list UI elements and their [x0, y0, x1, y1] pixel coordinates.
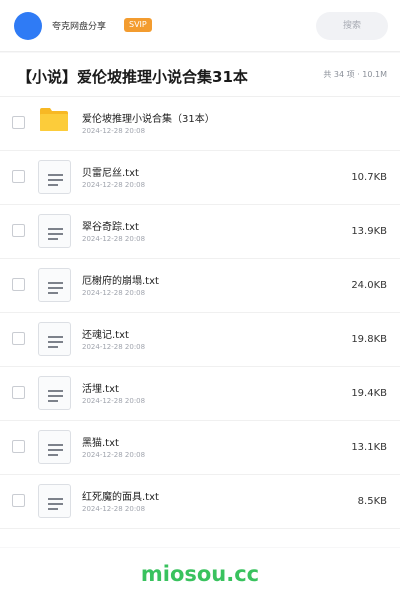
- file-name[interactable]: 活埋.txt: [82, 380, 119, 395]
- file-date: 2024-12-28 20:08: [82, 343, 146, 351]
- folder-icon: [39, 107, 69, 132]
- file-name[interactable]: 翠谷奇踪.txt: [82, 218, 139, 233]
- document-icon: [38, 268, 71, 302]
- file-row[interactable]: 厄榭府的崩塌.txt 2024-12-28 20:08 24.0KB: [0, 259, 400, 313]
- file-row[interactable]: 贝雷尼丝.txt 2024-12-28 20:08 10.7KB: [0, 151, 400, 205]
- top-bar: 夸克网盘分享 SVIP 搜索: [0, 0, 400, 52]
- file-name[interactable]: 厄榭府的崩塌.txt: [82, 272, 159, 287]
- document-icon: [38, 214, 71, 248]
- file-date: 2024-12-28 20:08: [82, 289, 146, 297]
- document-icon: [38, 484, 71, 518]
- select-checkbox[interactable]: [12, 116, 25, 129]
- file-list: 爱伦坡推理小说合集（31本） 2024-12-28 20:08 贝雷尼丝.txt 20…: [0, 97, 400, 529]
- file-date: 2024-12-28 20:08: [82, 235, 146, 243]
- file-name[interactable]: 贝雷尼丝.txt: [82, 164, 139, 179]
- document-icon: [38, 376, 71, 410]
- file-row[interactable]: 红死魔的面具.txt 2024-12-28 20:08 8.5KB: [0, 475, 400, 529]
- document-icon: [38, 160, 71, 194]
- file-size: 19.8KB: [351, 334, 387, 345]
- file-date: 2024-12-28 20:08: [82, 127, 146, 135]
- file-name[interactable]: 黑猫.txt: [82, 434, 119, 449]
- select-checkbox[interactable]: [12, 170, 25, 183]
- file-row[interactable]: 还魂记.txt 2024-12-28 20:08 19.8KB: [0, 313, 400, 367]
- document-icon: [38, 430, 71, 464]
- file-row[interactable]: 黑猫.txt 2024-12-28 20:08 13.1KB: [0, 421, 400, 475]
- file-size: 13.9KB: [351, 226, 387, 237]
- select-checkbox[interactable]: [12, 494, 25, 507]
- file-date: 2024-12-28 20:08: [82, 451, 146, 459]
- folder-header: 【小说】爱伦坡推理小说合集31本 共 34 项 · 10.1M: [0, 53, 400, 97]
- footer: miosou.cc: [0, 548, 400, 600]
- file-size: 24.0KB: [351, 280, 387, 291]
- avatar[interactable]: [14, 12, 42, 40]
- select-checkbox[interactable]: [12, 440, 25, 453]
- select-checkbox[interactable]: [12, 386, 25, 399]
- file-size: 19.4KB: [351, 388, 387, 399]
- file-size: 13.1KB: [351, 442, 387, 453]
- file-name[interactable]: 爱伦坡推理小说合集（31本）: [82, 110, 215, 125]
- file-row[interactable]: 爱伦坡推理小说合集（31本） 2024-12-28 20:08: [0, 97, 400, 151]
- share-owner-name: 夸克网盘分享: [52, 22, 107, 32]
- file-list-panel: 【小说】爱伦坡推理小说合集31本 共 34 项 · 10.1M 爱伦坡推理小说合…: [0, 53, 400, 547]
- select-checkbox[interactable]: [12, 332, 25, 345]
- file-row[interactable]: 翠谷奇踪.txt 2024-12-28 20:08 13.9KB: [0, 205, 400, 259]
- file-size: 10.7KB: [351, 172, 387, 183]
- svip-badge: SVIP: [124, 18, 152, 32]
- file-name[interactable]: 红死魔的面具.txt: [82, 488, 159, 503]
- file-size: 8.5KB: [357, 496, 387, 507]
- site-watermark: miosou.cc: [140, 562, 260, 586]
- file-date: 2024-12-28 20:08: [82, 181, 146, 189]
- file-date: 2024-12-28 20:08: [82, 397, 146, 405]
- file-name[interactable]: 还魂记.txt: [82, 326, 129, 341]
- select-checkbox[interactable]: [12, 224, 25, 237]
- select-checkbox[interactable]: [12, 278, 25, 291]
- file-date: 2024-12-28 20:08: [82, 505, 146, 513]
- file-row[interactable]: 活埋.txt 2024-12-28 20:08 19.4KB: [0, 367, 400, 421]
- search-input[interactable]: 搜索: [316, 12, 388, 40]
- page-title: 【小说】爱伦坡推理小说合集31本: [17, 68, 248, 86]
- folder-summary: 共 34 项 · 10.1M: [323, 70, 387, 79]
- document-icon: [38, 322, 71, 356]
